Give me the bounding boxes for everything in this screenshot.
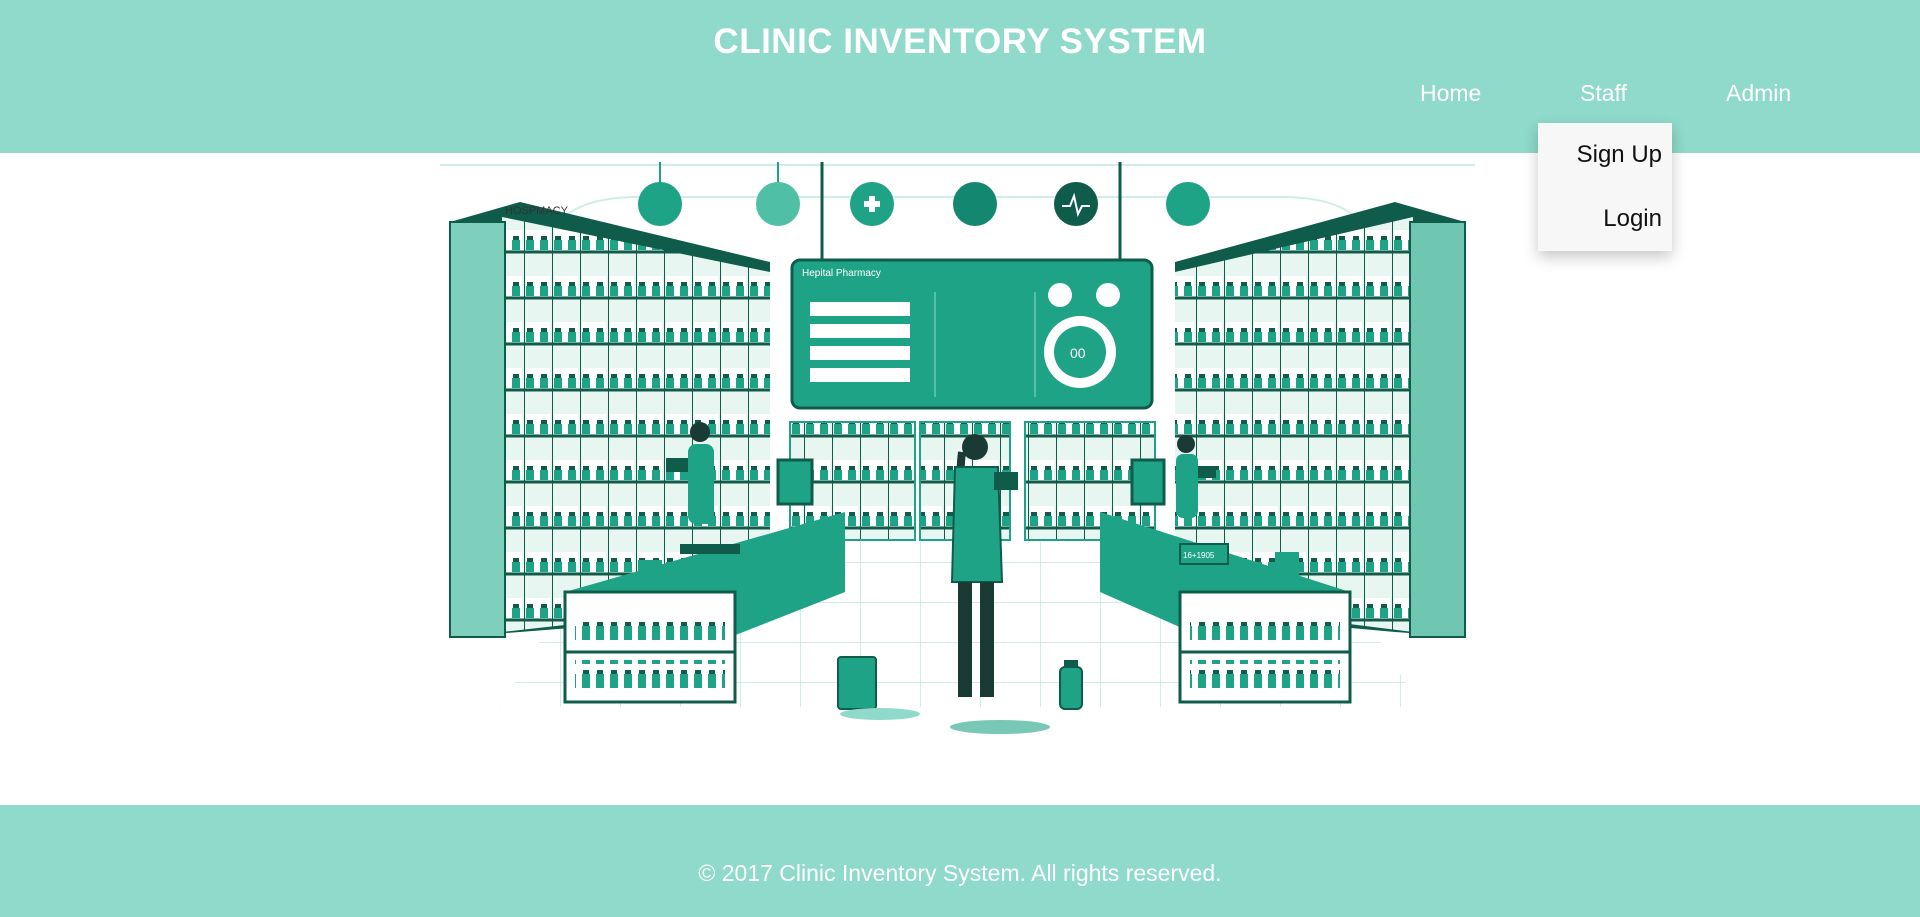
header-icon-row <box>638 162 1210 226</box>
nav-home[interactable]: Home <box>1420 80 1481 107</box>
pharmacy-illustration: HOSPMACY Hepital Pharmacy 00 16+1905 <box>440 162 1475 734</box>
login-link[interactable]: Login <box>1603 205 1662 233</box>
shelf-sign: HOSPMACY <box>505 205 569 217</box>
dial-value: 00 <box>1070 345 1086 361</box>
screen-title: Hepital Pharmacy <box>802 268 881 279</box>
site-title: CLINIC INVENTORY SYSTEM <box>713 22 1207 61</box>
nav-admin[interactable]: Admin <box>1726 80 1791 107</box>
sign-up-link[interactable]: Sign Up <box>1577 141 1662 169</box>
copyright-text: © 2017 Clinic Inventory System. All righ… <box>698 860 1222 886</box>
nav-staff[interactable]: Staff <box>1580 80 1627 107</box>
staff-dropdown-menu: Sign Up Login <box>1538 123 1672 251</box>
register-display: 16+1905 <box>1183 551 1215 560</box>
site-footer: © 2017 Clinic Inventory System. All righ… <box>0 805 1920 917</box>
